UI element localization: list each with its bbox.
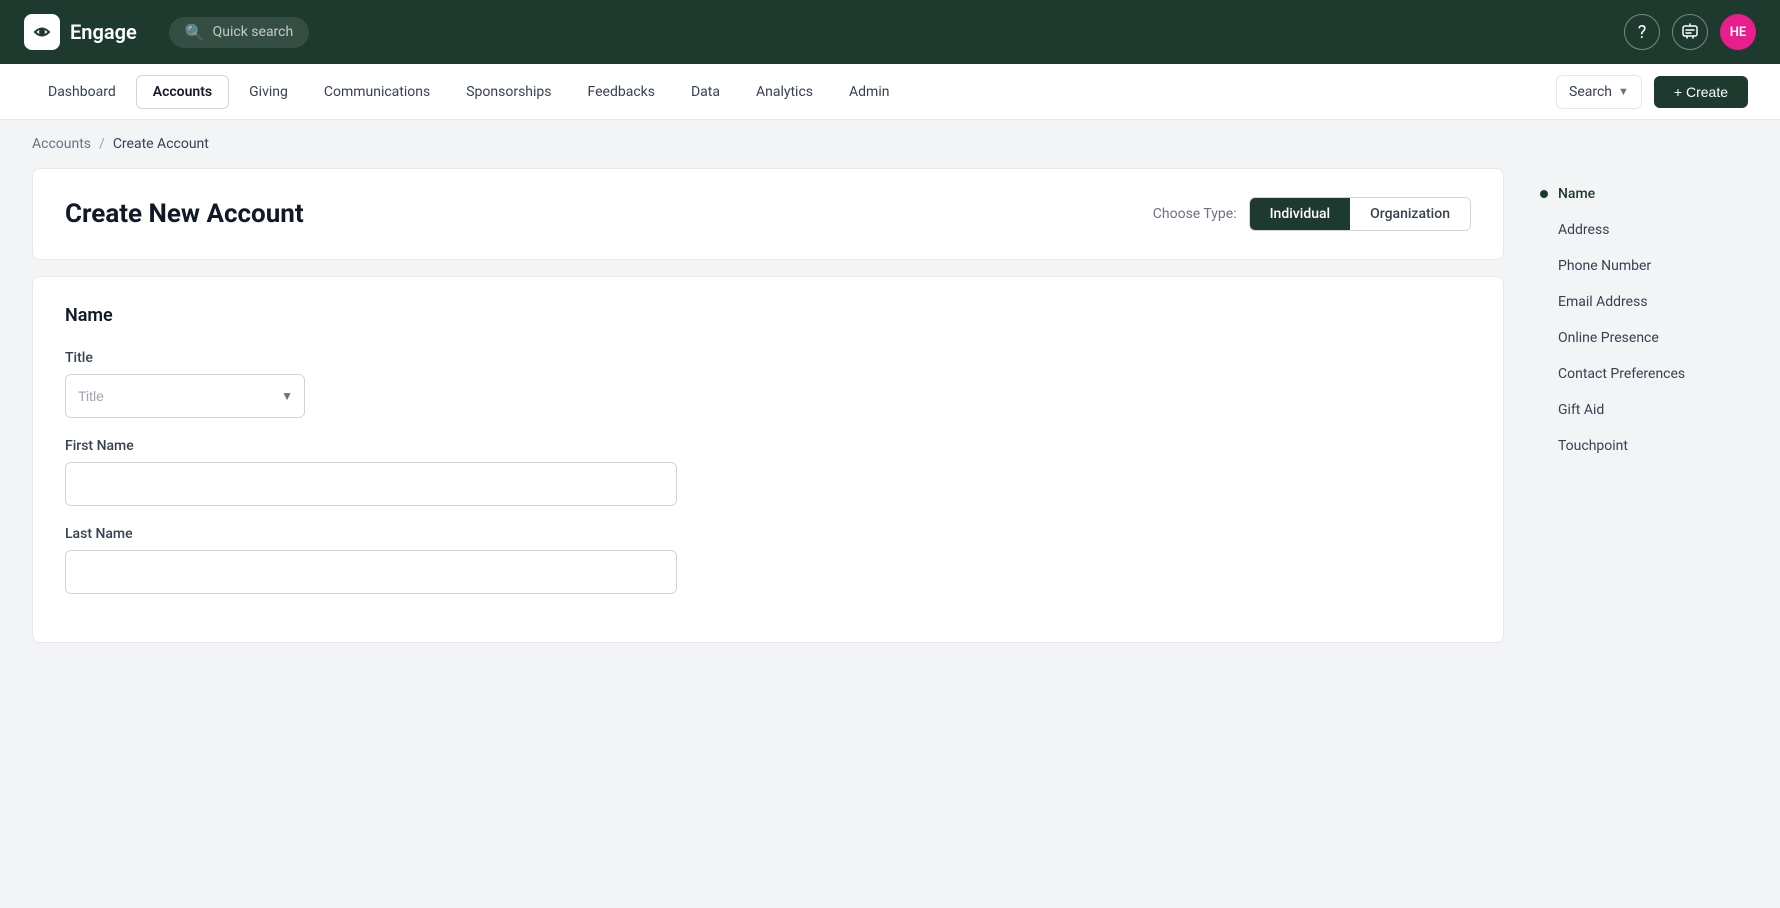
sidebar-navigation: Name Address Phone Number Email Address … — [1528, 168, 1748, 659]
create-label: + Create — [1674, 84, 1728, 100]
first-name-field-group: First Name — [65, 438, 1471, 506]
breadcrumb-separator: / — [99, 136, 105, 152]
type-chooser: Choose Type: Individual Organization — [1153, 197, 1471, 231]
sidebar-label-touchpoint: Touchpoint — [1558, 438, 1628, 454]
logo-area[interactable]: Engage — [24, 14, 137, 50]
breadcrumb-accounts-link[interactable]: Accounts — [32, 136, 91, 152]
search-label: Search — [1569, 84, 1612, 100]
last-name-input[interactable] — [65, 550, 677, 594]
name-section: Name Title Title Mr Mrs Ms Dr ▼ First Na… — [32, 276, 1504, 643]
search-icon: 🔍 — [185, 23, 205, 42]
nav-item-communications[interactable]: Communications — [308, 76, 446, 108]
user-avatar[interactable]: HE — [1720, 14, 1756, 50]
type-individual-button[interactable]: Individual — [1250, 198, 1351, 230]
nav-item-feedbacks[interactable]: Feedbacks — [572, 76, 671, 108]
nav-item-accounts[interactable]: Accounts — [136, 75, 229, 109]
sidebar-item-contact-preferences[interactable]: Contact Preferences — [1528, 356, 1748, 392]
breadcrumb: Accounts / Create Account — [0, 120, 1780, 168]
sidebar-item-touchpoint[interactable]: Touchpoint — [1528, 428, 1748, 464]
active-indicator — [1540, 190, 1548, 198]
sidebar-item-name[interactable]: Name — [1528, 176, 1748, 212]
top-navbar: Engage 🔍 Quick search ? HE — [0, 0, 1780, 64]
sidebar-label-online-presence: Online Presence — [1558, 330, 1659, 346]
nav-item-giving[interactable]: Giving — [233, 76, 304, 108]
main-content: Create New Account Choose Type: Individu… — [0, 168, 1780, 691]
help-button[interactable]: ? — [1624, 14, 1660, 50]
last-name-field-group: Last Name — [65, 526, 1471, 594]
sidebar-label-address: Address — [1558, 222, 1609, 238]
title-label: Title — [65, 350, 1471, 366]
title-select[interactable]: Title Mr Mrs Ms Dr — [65, 374, 305, 418]
last-name-label: Last Name — [65, 526, 1471, 542]
app-title: Engage — [70, 20, 137, 44]
nav-item-sponsorships[interactable]: Sponsorships — [450, 76, 567, 108]
nav-item-dashboard[interactable]: Dashboard — [32, 76, 132, 108]
sidebar-label-email-address: Email Address — [1558, 294, 1648, 310]
type-organization-button[interactable]: Organization — [1350, 198, 1470, 230]
account-type-toggle: Individual Organization — [1249, 197, 1471, 231]
breadcrumb-current-page: Create Account — [113, 136, 209, 152]
sidebar-label-gift-aid: Gift Aid — [1558, 402, 1604, 418]
secondary-navbar: Dashboard Accounts Giving Communications… — [0, 64, 1780, 120]
sidebar-label-name: Name — [1558, 186, 1595, 202]
sidebar-item-email-address[interactable]: Email Address — [1528, 284, 1748, 320]
first-name-label: First Name — [65, 438, 1471, 454]
sidebar-item-address[interactable]: Address — [1528, 212, 1748, 248]
page-header: Create New Account Choose Type: Individu… — [32, 168, 1504, 260]
page-title: Create New Account — [65, 199, 304, 229]
title-field-group: Title Title Mr Mrs Ms Dr ▼ — [65, 350, 1471, 418]
nav-actions: ? HE — [1624, 14, 1756, 50]
quick-search-bar[interactable]: 🔍 Quick search — [169, 17, 310, 48]
sidebar-label-phone-number: Phone Number — [1558, 258, 1651, 274]
create-button[interactable]: + Create — [1654, 76, 1748, 108]
nav-item-data[interactable]: Data — [675, 76, 736, 108]
notifications-button[interactable] — [1672, 14, 1708, 50]
nav-item-analytics[interactable]: Analytics — [740, 76, 829, 108]
sidebar-item-gift-aid[interactable]: Gift Aid — [1528, 392, 1748, 428]
name-section-title: Name — [65, 305, 1471, 326]
chevron-down-icon: ▼ — [1618, 85, 1629, 98]
search-button[interactable]: Search ▼ — [1556, 75, 1642, 109]
logo-icon — [24, 14, 60, 50]
form-container: Create New Account Choose Type: Individu… — [32, 168, 1504, 659]
sidebar-label-contact-preferences: Contact Preferences — [1558, 366, 1685, 382]
nav-item-admin[interactable]: Admin — [833, 76, 905, 108]
quick-search-label: Quick search — [213, 24, 294, 40]
title-select-wrapper: Title Mr Mrs Ms Dr ▼ — [65, 374, 305, 418]
sidebar-item-phone-number[interactable]: Phone Number — [1528, 248, 1748, 284]
sidebar-item-online-presence[interactable]: Online Presence — [1528, 320, 1748, 356]
choose-type-label: Choose Type: — [1153, 206, 1237, 222]
sidebar-nav-list: Name Address Phone Number Email Address … — [1528, 176, 1748, 464]
first-name-input[interactable] — [65, 462, 677, 506]
